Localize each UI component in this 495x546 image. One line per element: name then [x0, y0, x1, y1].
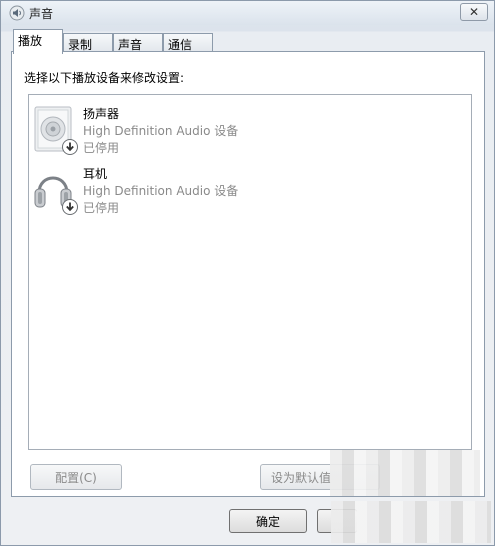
tab-label: 录制 — [68, 38, 93, 52]
speaker-icon — [34, 106, 78, 155]
sound-dialog: 声音 ✕ 播放 录制 声音 通信 选择以下播放设备来修改设置: 扬声器 High… — [0, 0, 495, 546]
tab-label: 通信 — [168, 38, 193, 52]
tab-label: 播放 — [18, 34, 43, 48]
instruction-text: 选择以下播放设备来修改设置: — [24, 71, 185, 85]
device-description: High Definition Audio 设备 — [83, 184, 239, 198]
playback-panel: 选择以下播放设备来修改设置: 扬声器 High Definition Audio… — [11, 51, 485, 497]
device-name: 耳机 — [83, 167, 108, 181]
configure-button[interactable]: 配置(C) — [30, 464, 122, 490]
tab-label: 声音 — [118, 38, 143, 52]
tab-playback[interactable]: 播放 — [13, 29, 63, 54]
headphones-icon — [34, 176, 78, 215]
device-description: High Definition Audio 设备 — [83, 124, 239, 138]
device-list[interactable]: 扬声器 High Definition Audio 设备 已停用 耳机 High… — [28, 94, 472, 450]
close-icon: ✕ — [468, 5, 480, 19]
title-bar[interactable]: 声音 ✕ — [1, 1, 494, 25]
ok-button[interactable]: 确定 — [229, 509, 307, 533]
window-title: 声音 — [29, 7, 54, 21]
device-status: 已停用 — [83, 141, 120, 155]
tab-recording[interactable]: 录制 — [63, 33, 113, 52]
speaker-title-icon — [9, 5, 25, 21]
tab-communications[interactable]: 通信 — [163, 33, 213, 52]
button-label: 确定 — [255, 514, 280, 529]
device-status: 已停用 — [83, 201, 120, 215]
blur-overlay — [330, 450, 480, 496]
close-button[interactable]: ✕ — [460, 3, 488, 21]
button-label: 设为默认值 — [271, 470, 332, 485]
device-item-headphones[interactable]: 耳机 High Definition Audio 设备 已停用 — [33, 163, 463, 221]
device-name: 扬声器 — [83, 107, 120, 121]
tab-sounds[interactable]: 声音 — [113, 33, 163, 52]
button-label: 配置(C) — [55, 470, 97, 485]
device-item-speaker[interactable]: 扬声器 High Definition Audio 设备 已停用 — [33, 103, 463, 161]
blur-overlay — [331, 501, 491, 543]
